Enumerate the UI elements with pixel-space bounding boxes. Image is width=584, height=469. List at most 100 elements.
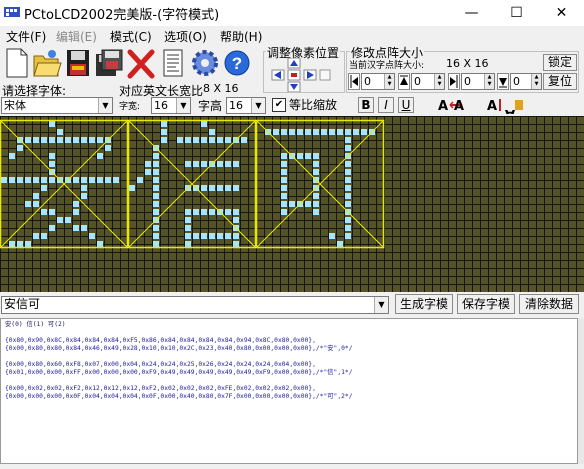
lcd-pixel-on xyxy=(297,129,303,135)
char-width-select[interactable]: 16 ▼ xyxy=(151,97,191,114)
text-input[interactable]: 安信可 ▼ xyxy=(1,296,389,314)
save-disk-icon[interactable] xyxy=(63,46,93,80)
lcd-canvas[interactable] xyxy=(0,116,584,292)
scale-label: 等比缩放 xyxy=(289,98,338,112)
menu-options[interactable]: 选项(O) xyxy=(164,28,207,45)
shrink-bottom-icon[interactable] xyxy=(497,73,509,90)
mirror-vertical-icon[interactable]: A A xyxy=(485,96,525,114)
lcd-pixel-on xyxy=(57,137,63,143)
lcd-pixel-on xyxy=(289,201,295,207)
shift-down-icon[interactable] xyxy=(287,81,301,92)
lcd-pixel-on xyxy=(241,137,247,143)
lcd-pixel-on xyxy=(65,217,71,223)
output-line: {0x01,0x00,0x00,0xFF,0x00,0x00,0x00,0xF9… xyxy=(5,369,353,376)
invert-icon[interactable] xyxy=(319,69,331,81)
shift-right-icon[interactable] xyxy=(303,69,317,81)
output-scrollbar[interactable] xyxy=(578,318,584,464)
maximize-button[interactable]: ☐ xyxy=(494,0,539,26)
lcd-pixel-on xyxy=(201,209,207,215)
lcd-pixel-on xyxy=(281,185,287,191)
lcd-pixel-on xyxy=(49,161,55,167)
lcd-pixel-on xyxy=(81,137,87,143)
lcd-pixel-on xyxy=(193,137,199,143)
delete-x-icon[interactable] xyxy=(126,46,156,80)
lcd-pixel-on xyxy=(185,241,191,247)
lcd-pixel-on xyxy=(41,233,47,239)
mirror-horizontal-icon[interactable]: A A xyxy=(436,96,476,114)
scale-checkbox[interactable]: ✔ xyxy=(272,98,286,112)
shift-left-icon[interactable] xyxy=(271,69,285,81)
shift-center-icon[interactable] xyxy=(287,69,301,81)
shift-up-icon[interactable] xyxy=(287,58,301,69)
lcd-pixel-on xyxy=(193,209,199,215)
lcd-pixel-on xyxy=(89,137,95,143)
output-line: {0x80,0x90,0x8C,0x84,0x84,0x84,0xF5,0x86… xyxy=(5,337,316,344)
document-icon[interactable] xyxy=(158,46,188,80)
lcd-pixel-on xyxy=(177,137,183,143)
lcd-pixel-on xyxy=(161,121,167,127)
lcd-pixel-on xyxy=(201,161,207,167)
shrink-top-icon[interactable] xyxy=(398,73,410,90)
export-disk-icon[interactable] xyxy=(94,46,124,80)
lcd-pixel-on xyxy=(105,177,111,183)
lcd-pixel-on xyxy=(33,233,39,239)
lcd-pixel-on xyxy=(201,137,207,143)
font-select[interactable]: 宋体 ▼ xyxy=(1,97,113,114)
spin-left[interactable]: 0 ▲ ▼ xyxy=(361,73,395,90)
underline-button[interactable]: U xyxy=(398,97,414,113)
lcd-pixel-on xyxy=(185,161,191,167)
lcd-pixel-on xyxy=(273,129,279,135)
menu-bar: 文件(F) 编辑(E) 模式(C) 选项(O) 帮助(H) xyxy=(0,26,584,46)
lcd-pixel-on xyxy=(233,161,239,167)
output-text-area[interactable]: 安(0) 信(1) 可(2) {0x80,0x90,0x8C,0x84,0x84… xyxy=(0,318,578,464)
close-button[interactable]: ✕ xyxy=(539,0,584,26)
lcd-pixel-on xyxy=(89,177,95,183)
open-folder-icon[interactable] xyxy=(32,46,62,80)
lcd-pixel-on xyxy=(353,129,359,135)
lcd-pixel-on xyxy=(345,185,351,191)
lcd-pixel-on xyxy=(281,193,287,199)
lock-button[interactable]: 锁定 xyxy=(543,54,577,71)
lcd-pixel-on xyxy=(313,161,319,167)
lcd-pixel-on xyxy=(313,209,319,215)
shrink-right-icon[interactable] xyxy=(448,73,460,90)
generate-font-button[interactable]: 生成字模 xyxy=(395,294,453,314)
minimize-button[interactable]: — xyxy=(449,0,494,26)
menu-edit[interactable]: 编辑(E) xyxy=(56,28,97,45)
lcd-pixel-on xyxy=(9,153,15,159)
new-file-icon[interactable] xyxy=(2,46,32,80)
menu-file[interactable]: 文件(F) xyxy=(6,28,46,45)
spin-right[interactable]: 0 ▲ ▼ xyxy=(461,73,495,90)
lcd-pixel-on xyxy=(281,153,287,159)
lcd-pixel-on xyxy=(33,201,39,207)
italic-button[interactable]: I xyxy=(378,97,394,113)
lcd-pixel-on xyxy=(33,137,39,143)
lcd-pixel-on xyxy=(225,137,231,143)
lcd-pixel-on xyxy=(233,233,239,239)
save-font-button[interactable]: 保存字模 xyxy=(457,294,515,314)
spin-bottom[interactable]: 0 ▲ ▼ xyxy=(510,73,542,90)
lcd-pixel-on xyxy=(73,209,79,215)
lcd-pixel-on xyxy=(193,233,199,239)
menu-help[interactable]: 帮助(H) xyxy=(220,28,262,45)
lcd-pixel-on xyxy=(17,177,23,183)
lcd-pixel-on xyxy=(305,153,311,159)
lcd-pixel-on xyxy=(97,153,103,159)
spin-top[interactable]: 0 ▲ ▼ xyxy=(411,73,445,90)
help-icon[interactable]: ? xyxy=(222,46,252,80)
settings-gear-icon[interactable] xyxy=(190,46,220,80)
char-height-select[interactable]: 16 ▼ xyxy=(226,97,266,114)
lcd-pixel-on xyxy=(225,233,231,239)
clear-data-button[interactable]: 清除数据 xyxy=(519,294,579,314)
bold-button[interactable]: B xyxy=(358,97,374,113)
lcd-pixel-on xyxy=(41,185,47,191)
reset-button[interactable]: 复位 xyxy=(543,73,577,90)
lcd-pixel-on xyxy=(153,185,159,191)
char-width-label: 字宽: xyxy=(119,102,141,112)
lcd-pixel-on xyxy=(49,209,55,215)
menu-mode[interactable]: 模式(C) xyxy=(110,28,152,45)
lcd-pixel-on xyxy=(209,209,215,215)
current-dot-size-value: 16 X 16 xyxy=(446,57,489,70)
shrink-left-icon[interactable] xyxy=(348,73,360,90)
lcd-pixel-on xyxy=(209,137,215,143)
